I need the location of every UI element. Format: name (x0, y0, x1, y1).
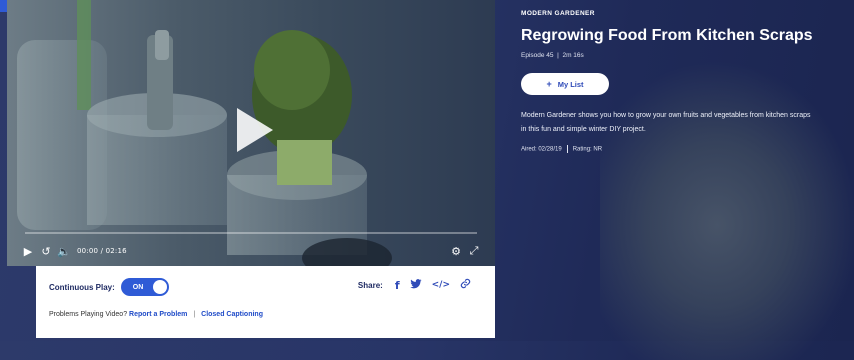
closed-captioning-link[interactable]: Closed Captioning (201, 311, 263, 318)
settings-gear-icon[interactable]: ⚙ (447, 242, 465, 260)
episode-number: Episode 45 (521, 52, 554, 59)
problems-prefix: Problems Playing Video? (49, 311, 128, 318)
big-play-icon[interactable] (237, 108, 273, 152)
episode-description: Modern Gardener shows you how to grow yo… (521, 112, 811, 133)
player-controls: ▶ ↺ 🔈 00:00 / 02:16 ⚙ ⤢ (7, 240, 495, 262)
embed-icon[interactable]: </> (432, 280, 450, 290)
episode-info: MODERN GARDENER Regrowing Food From Kitc… (521, 10, 821, 153)
my-list-button[interactable]: + My List (521, 73, 609, 95)
share-row: Share: f </> (358, 278, 471, 292)
facebook-icon[interactable]: f (395, 279, 400, 292)
continuous-play-label: Continuous Play: (49, 282, 115, 292)
rating: Rating: NR (572, 146, 603, 153)
episode-title: Regrowing Food From Kitchen Scraps (521, 27, 813, 44)
aired-date: Aired: 02/28/19 (521, 146, 562, 153)
toggle-knob (152, 280, 167, 294)
video-player[interactable]: ▶ ↺ 🔈 00:00 / 02:16 ⚙ ⤢ (7, 0, 495, 266)
episode-meta: Episode 45 | 2m 16s (521, 52, 821, 59)
my-list-label: My List (557, 79, 584, 89)
play-icon[interactable]: ▶ (19, 242, 37, 260)
fullscreen-icon[interactable]: ⤢ (465, 242, 483, 260)
report-problem-link[interactable]: Report a Problem (129, 311, 187, 318)
time-display: 00:00 / 02:16 (77, 247, 127, 255)
episode-duration: 2m 16s (562, 52, 584, 59)
air-rating-row: Aired: 02/28/19 Rating: NR (521, 145, 821, 153)
twitter-icon[interactable] (409, 278, 422, 292)
link-icon[interactable] (460, 278, 471, 292)
continuous-play-row: Continuous Play: ON (49, 278, 169, 296)
problems-row: Problems Playing Video? Report a Problem… (49, 311, 263, 318)
video-options-panel: Continuous Play: ON Share: f </> Problem… (36, 266, 495, 338)
link-separator: | (193, 311, 196, 318)
continuous-play-toggle[interactable]: ON (120, 278, 169, 296)
replay-icon[interactable]: ↺ (37, 242, 55, 260)
volume-icon[interactable]: 🔈 (55, 242, 73, 260)
meta-separator: | (555, 52, 561, 59)
progress-bar[interactable] (25, 232, 477, 234)
plus-icon: + (546, 79, 552, 89)
aired-separator (566, 145, 568, 153)
show-name[interactable]: MODERN GARDENER (521, 10, 821, 17)
share-label: Share: (357, 280, 383, 290)
toggle-on-text: ON (132, 283, 144, 291)
